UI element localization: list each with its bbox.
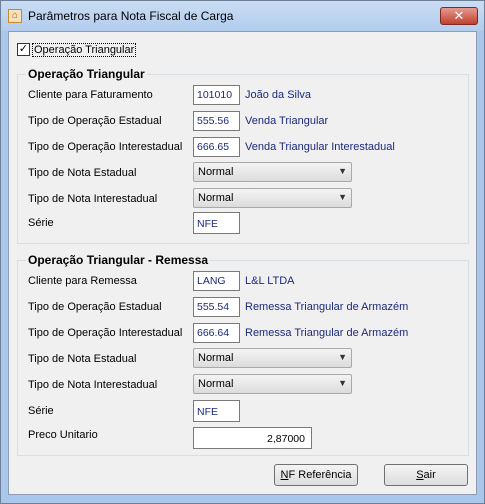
op-estadual-label: Tipo de Operação Estadual (28, 115, 162, 127)
cliente-remessa-label: Cliente para Remessa (28, 275, 137, 287)
nota-interestadual-value: Normal (198, 192, 234, 204)
nota-interestadual-label: Tipo de Nota Interestadual (28, 193, 158, 205)
cliente-faturamento-input[interactable]: 101010 (193, 85, 240, 105)
op-estadual-input[interactable]: 555.56 (193, 111, 240, 131)
chevron-down-icon[interactable]: ▼ (338, 378, 347, 388)
sair-button[interactable]: Sair (384, 464, 468, 486)
op-estadual-desc: Venda Triangular (245, 115, 329, 127)
nota-estadual-label: Tipo de Nota Estadual (28, 167, 137, 179)
remessa-op-estadual-input[interactable]: 555.54 (193, 297, 240, 317)
remessa-nota-estadual-label: Tipo de Nota Estadual (28, 353, 137, 365)
chevron-down-icon[interactable]: ▼ (338, 192, 347, 202)
preco-unitario-input[interactable]: 2,87000 (193, 427, 312, 449)
cliente-faturamento-label: Cliente para Faturamento (28, 89, 153, 101)
serie-input[interactable]: NFE (193, 212, 240, 234)
nota-estadual-value: Normal (198, 166, 234, 178)
operacao-triangular-checkbox-label[interactable]: Operação Triangular (32, 43, 137, 57)
nota-estadual-select[interactable]: Normal ▼ (193, 162, 352, 182)
remessa-nota-estadual-select[interactable]: Normal ▼ (193, 348, 352, 368)
group-remessa-title: Operação Triangular - Remessa (26, 253, 211, 267)
remessa-op-interestadual-input[interactable]: 666.64 (193, 323, 240, 343)
window-title: Parâmetros para Nota Fiscal de Carga (28, 9, 234, 23)
serie-label: Série (28, 217, 54, 229)
group-operacao-triangular-title: Operação Triangular (26, 67, 147, 81)
remessa-nota-estadual-value: Normal (198, 352, 234, 364)
preco-unitario-label: Preco Unitario (28, 429, 98, 441)
remessa-serie-label: Série (28, 405, 54, 417)
title-bar[interactable]: ⌂ Parâmetros para Nota Fiscal de Carga ✕ (1, 1, 484, 31)
remessa-op-interestadual-desc: Remessa Triangular de Armazém (245, 327, 409, 339)
nf-referencia-button[interactable]: NF Referência (274, 464, 358, 486)
cliente-faturamento-name: João da Silva (245, 89, 312, 101)
operacao-triangular-checkbox[interactable]: ✓ (17, 43, 30, 56)
cliente-remessa-name: L&L LTDA (245, 275, 295, 287)
op-interestadual-desc: Venda Triangular Interestadual (245, 141, 395, 153)
sair-accesskey: S (416, 469, 424, 481)
remessa-op-estadual-label: Tipo de Operação Estadual (28, 301, 162, 313)
close-button[interactable]: ✕ (440, 7, 478, 25)
op-interestadual-label: Tipo de Operação Interestadual (28, 141, 183, 153)
remessa-op-estadual-desc: Remessa Triangular de Armazém (245, 301, 409, 313)
remessa-nota-interestadual-label: Tipo de Nota Interestadual (28, 379, 158, 391)
remessa-serie-input[interactable]: NFE (193, 400, 240, 422)
remessa-nota-interestadual-select[interactable]: Normal ▼ (193, 374, 352, 394)
cliente-remessa-input[interactable]: LANG (193, 271, 240, 291)
app-icon: ⌂ (8, 9, 22, 23)
nota-interestadual-select[interactable]: Normal ▼ (193, 188, 352, 208)
remessa-nota-interestadual-value: Normal (198, 378, 234, 390)
nf-referencia-label: F Referência (288, 469, 352, 481)
remessa-op-interestadual-label: Tipo de Operação Interestadual (28, 327, 183, 339)
chevron-down-icon[interactable]: ▼ (338, 352, 347, 362)
chevron-down-icon[interactable]: ▼ (338, 166, 347, 176)
sair-label: air (423, 469, 436, 481)
op-interestadual-input[interactable]: 666.65 (193, 137, 240, 157)
